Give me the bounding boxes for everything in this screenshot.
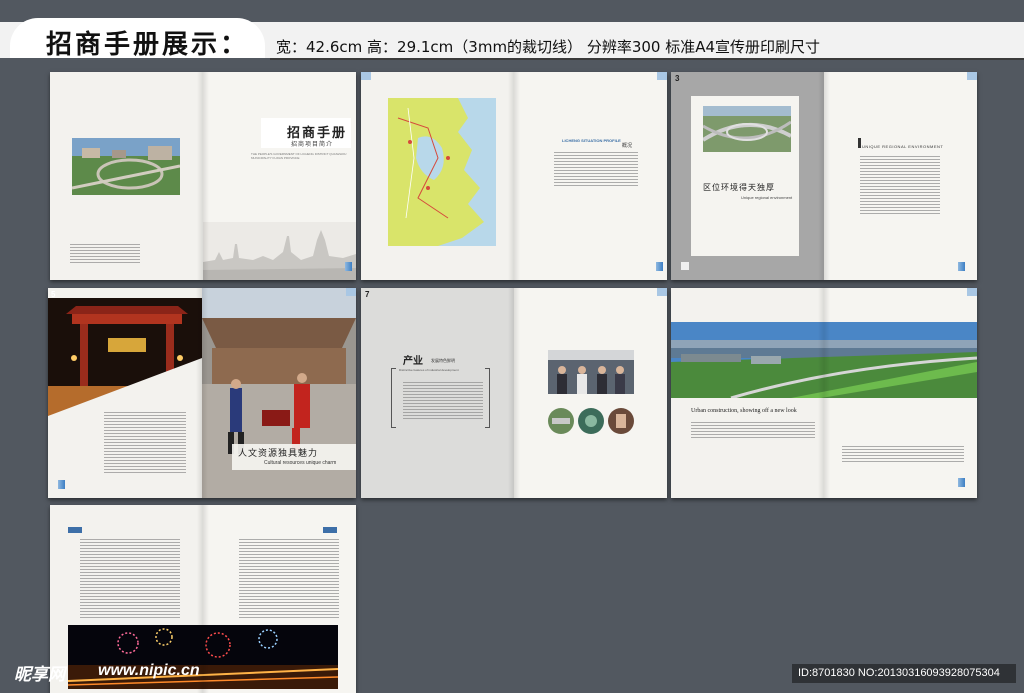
environment-caption-en: Unique regional environment [741,195,793,200]
culture-page-tab [346,288,356,296]
industry-thumb-3 [608,408,634,434]
cover-front-page: 招商手册 招商项目简介 THE PEOPLE'S GOVERNMENT OF L… [203,72,356,280]
watermark-url: www.nipic.cn [98,662,200,679]
industry-thumb-2 [578,408,604,434]
culture-gate-photo [48,298,202,416]
culture-left-page: 5 [48,288,202,498]
map-heading-en: LICHENG SITUATION PROFILE [562,138,621,143]
environment-spine [818,72,830,280]
environment-interchange-photo [703,106,791,152]
contents-left-tab [68,527,82,533]
header-banner: 招商手册展示： 宽：42.6cm 高：29.1cm（3mm的裁切线） 分辨率30… [0,0,1024,62]
urban-heading: Urban construction, showing off a new lo… [691,408,797,414]
image-id-text: ID:8701830 NO:20130316093928075304 [798,667,1000,679]
culture-spine [196,288,208,498]
cover-corner-mark [345,262,352,271]
environment-right-page: UNIQUE REGIONAL ENVIRONMENT [824,72,977,280]
spread-environment: 3 区位环境得天独厚 Unique regional environment U… [671,72,977,280]
environment-page-number: 3 [675,74,680,83]
banner-title: 招商手册展示： [46,30,250,60]
industry-spine [508,288,520,498]
industry-heading-sub-cn: 发展特色鲜明 [431,358,455,363]
industry-heading-cn: 产业 [403,356,423,367]
cover-skyline-image [203,222,356,280]
banner-rule [270,58,1024,60]
industry-page-tab [657,288,667,296]
contents-right-list [239,539,339,619]
map-left-page [361,72,514,280]
industry-heading-en: Distinctive features of industrial devel… [399,368,459,372]
cover-subtitle-en: THE PEOPLE'S GOVERNMENT OF LICHENG DISTR… [251,152,347,160]
environment-left-page: 3 区位环境得天独厚 Unique regional environment [671,72,824,280]
environment-corner-mark [958,262,965,271]
spread-culture: 5 人文资源独具魅力 Cultural resources unique cha… [48,288,356,498]
spread-contents [50,505,356,693]
culture-page-number: 5 [51,290,56,299]
map-spine [508,72,520,280]
district-map [388,98,496,246]
cover-address-text [70,244,140,264]
spread-urban: Urban construction, showing off a new lo… [671,288,977,498]
industry-right-page [514,288,667,498]
environment-logo-mark [681,262,689,270]
environment-body-text [860,156,940,214]
map-body-text [554,152,638,188]
spread-industry: 7 产业 发展特色鲜明 Distinctive features of indu… [361,288,667,498]
banner-spec-text: 宽：42.6cm 高：29.1cm（3mm的裁切线） 分辨率300 标准A4宣传… [276,38,821,56]
environment-heading: UNIQUE REGIONAL ENVIRONMENT [862,144,944,149]
culture-caption-en: Cultural resources unique charm [264,460,337,466]
map-right-page: LICHENG SITUATION PROFILE 概况 [514,72,667,280]
environment-page-tab [967,72,977,80]
industry-left-page: 7 产业 发展特色鲜明 Distinctive features of indu… [361,288,514,498]
urban-right-text [842,446,964,462]
industry-bracket-right [485,368,490,428]
spread-map: LICHENG SITUATION PROFILE 概况 [361,72,667,280]
industry-meeting-photo [548,350,634,394]
spread-cover: 招商手册 招商项目简介 THE PEOPLE'S GOVERNMENT OF L… [50,72,356,280]
industry-page-number: 7 [365,290,370,299]
culture-right-page: 人文资源独具魅力 Cultural resources unique charm [202,288,356,498]
culture-corner-mark [58,480,65,489]
culture-caption-cn: 人文资源独具魅力 [238,449,319,459]
urban-left-text [691,422,815,438]
map-corner-fold [361,72,371,80]
environment-caption-cn: 区位环境得天独厚 [703,183,775,192]
map-corner-mark [656,262,663,271]
map-heading-cn: 概况 [622,143,633,149]
cover-spine [197,72,209,280]
urban-page-tab [967,288,977,296]
cover-aerial-photo [72,138,180,195]
industry-body-text [403,382,483,420]
contents-right-tab [323,527,337,533]
urban-spine [818,288,830,498]
industry-thumb-1 [548,408,574,434]
urban-corner-mark [958,478,965,487]
cover-subtitle: 招商项目简介 [291,142,334,148]
industry-bracket-left [391,368,396,428]
culture-body-text [104,412,186,474]
contents-left-list [80,539,180,619]
map-page-tab [657,72,667,80]
watermark-logo: 昵享网 [14,665,65,685]
environment-heading-initial [858,138,861,148]
